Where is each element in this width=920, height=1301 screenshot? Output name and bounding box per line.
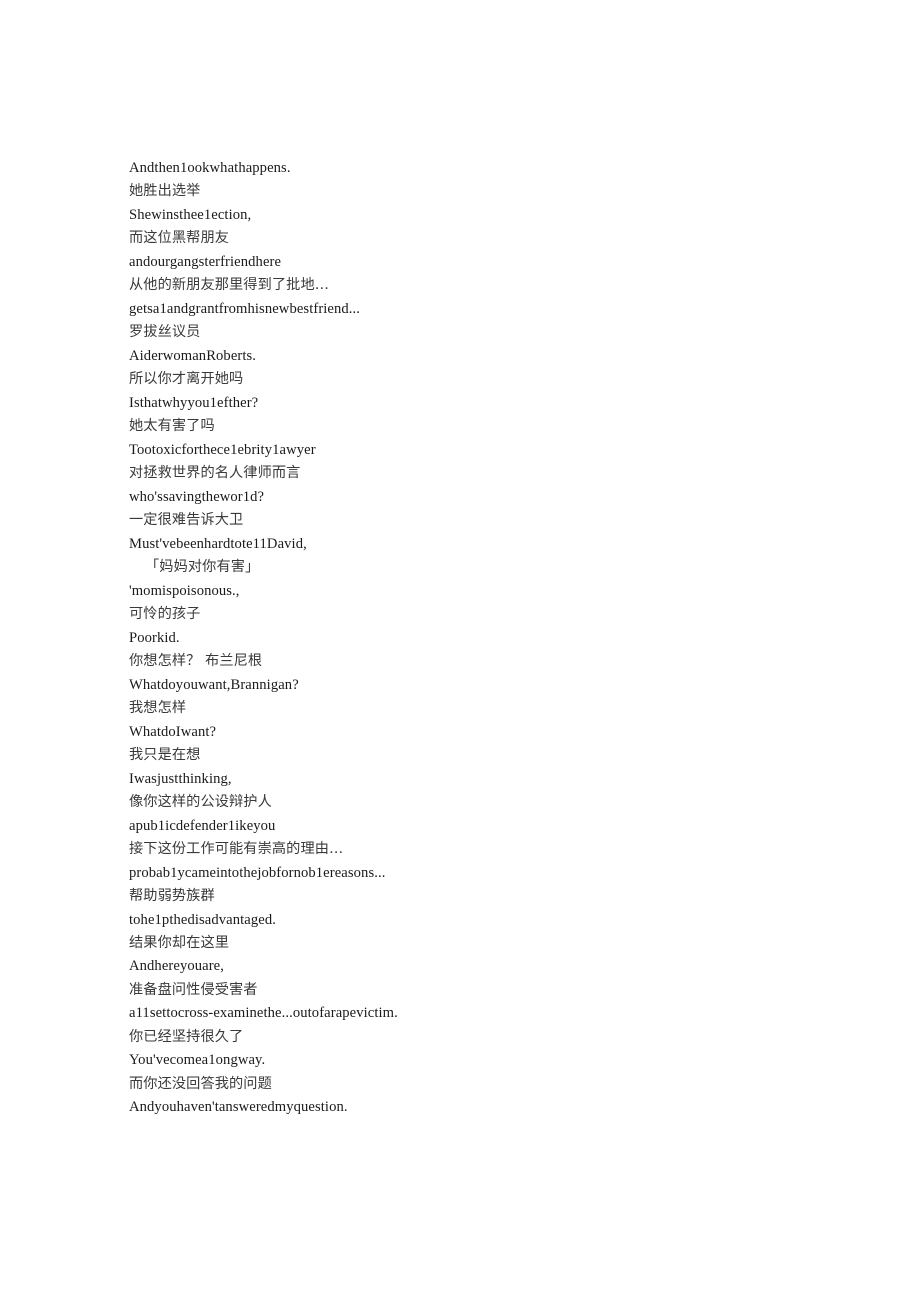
subtitle-line-chinese: 准备盘问性侵受害者 xyxy=(129,981,258,998)
subtitle-line-english: Isthatwhyyou1efther? xyxy=(129,394,259,411)
subtitle-line-chinese: 她胜出选举 xyxy=(129,183,201,200)
subtitle-line-english: 'momispoisonous., xyxy=(129,582,240,599)
subtitle-line-english: getsa1andgrantfromhisnewbestfriend... xyxy=(129,300,361,317)
subtitle-line-english: Poorkid. xyxy=(129,629,180,646)
subtitle-line-chinese: 我想怎样 xyxy=(129,700,187,717)
subtitle-line-chinese: 结果你却在这里 xyxy=(129,934,230,951)
subtitle-line-chinese: 从他的新朋友那里得到了批地… xyxy=(129,277,330,294)
transcript-body: Andthen1ookwhathappens. 她胜出选举 Shewinsthee1… xyxy=(129,157,829,1120)
subtitle-line-english: Shewinsthee1ection, xyxy=(129,206,252,223)
subtitle-line-english: tohe1pthedisadvantaged. xyxy=(129,911,276,928)
subtitle-line-english: Andhereyouare, xyxy=(129,958,224,975)
subtitle-line-chinese: 她太有害了吗 xyxy=(129,418,215,435)
subtitle-line-chinese: 你已经坚持很久了 xyxy=(129,1028,244,1045)
subtitle-line-chinese: 对拯救世界的名人律师而言 xyxy=(129,465,301,482)
subtitle-line-english: probab1ycameintothejobfornob1ereasons... xyxy=(129,864,386,881)
subtitle-line-chinese: 而你还没回答我的问题 xyxy=(129,1075,272,1092)
subtitle-line-english: You'vecomea1ongway. xyxy=(129,1052,266,1069)
subtitle-line-chinese: 我只是在想 xyxy=(129,747,201,764)
subtitle-line-chinese: 你想怎样？ 布兰尼根 xyxy=(129,653,263,670)
subtitle-line-english: Must'vebeenhardtote11David, xyxy=(129,535,307,552)
subtitle-line-english: Whatdoyouwant,Brannigan? xyxy=(129,676,299,693)
subtitle-line-chinese: 而这位黑帮朋友 xyxy=(129,230,230,247)
subtitle-line-english: who'ssavingthewor1d? xyxy=(129,488,265,505)
subtitle-line-chinese: 罗拔丝议员 xyxy=(129,324,201,341)
subtitle-line-chinese: 一定很难告诉大卫 xyxy=(129,512,244,529)
subtitle-line-chinese: 可怜的孩子 xyxy=(129,606,201,623)
subtitle-line-english: WhatdoIwant? xyxy=(129,723,217,740)
subtitle-line-english: AiderwomanRoberts. xyxy=(129,347,257,364)
subtitle-line-english: a11settocross-examinethe...outofarapevic… xyxy=(129,1005,398,1022)
subtitle-line-english: Andthen1ookwhathappens. xyxy=(129,160,291,176)
subtitle-line-english: andourgangsterfriendhere xyxy=(129,253,282,270)
subtitle-line-chinese: 接下这份工作可能有崇高的理由… xyxy=(129,841,344,858)
subtitle-line-chinese: 「妈妈对你有害」 xyxy=(145,559,260,576)
subtitle-line-english: Andyouhaven'tansweredmyquestion. xyxy=(129,1099,348,1116)
subtitle-line-english: apub1icdefender1ikeyou xyxy=(129,817,276,834)
subtitle-line-chinese: 像你这样的公设辩护人 xyxy=(129,794,272,811)
subtitle-line-english: Tootoxicforthece1ebrity1awyer xyxy=(129,441,316,458)
subtitle-line-english: Iwasjustthinking, xyxy=(129,770,232,787)
subtitle-line-chinese: 所以你才离开她吗 xyxy=(129,371,244,388)
subtitle-line-chinese: 帮助弱势族群 xyxy=(129,888,215,905)
